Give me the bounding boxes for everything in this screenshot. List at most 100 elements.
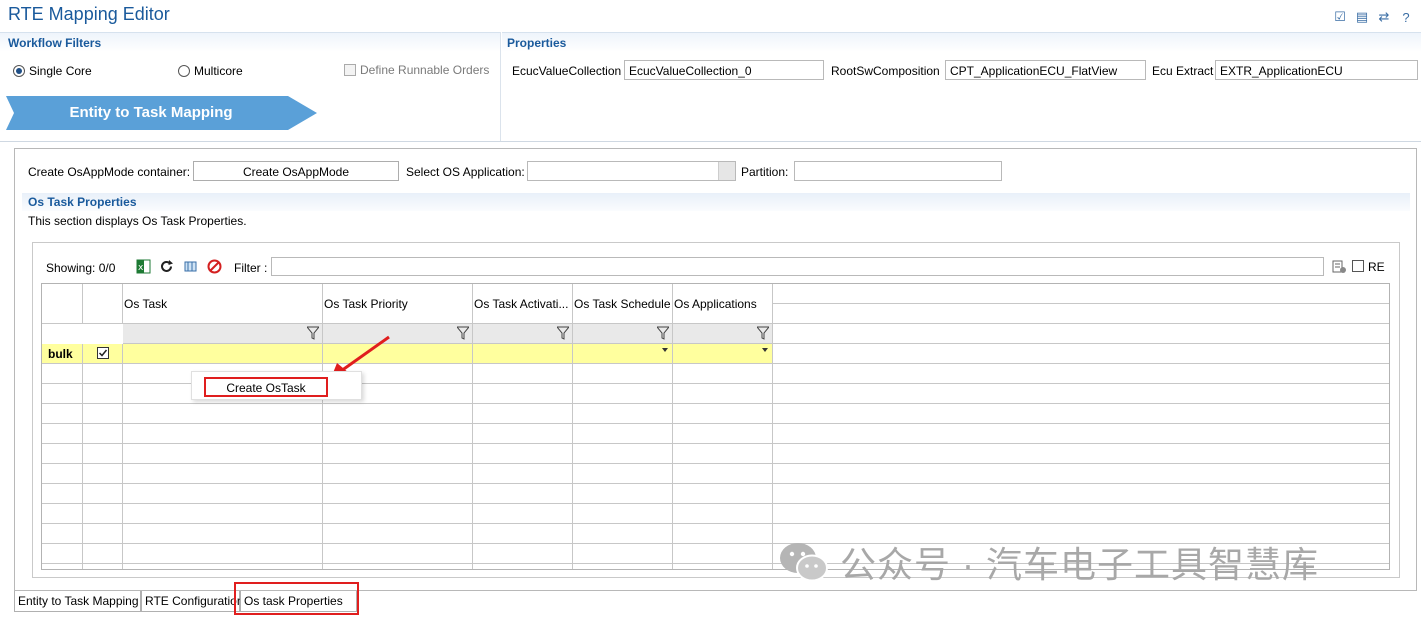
table-cell[interactable]	[573, 564, 673, 569]
table-cell[interactable]	[573, 444, 673, 464]
table-cell[interactable]	[573, 544, 673, 564]
funnel-icon[interactable]	[307, 326, 319, 340]
sync-icon[interactable]: ⇄	[1375, 8, 1393, 26]
table-cell[interactable]	[323, 564, 473, 569]
funnel-icon[interactable]	[757, 326, 769, 340]
table-cell[interactable]	[473, 424, 573, 444]
table-cell[interactable]	[123, 504, 323, 524]
table-cell[interactable]	[573, 364, 673, 384]
table-cell[interactable]	[673, 524, 773, 544]
define-runnable-orders-checkbox[interactable]: Define Runnable Orders	[344, 63, 489, 77]
table-cell[interactable]	[123, 484, 323, 504]
table-cell[interactable]	[673, 424, 773, 444]
re-checkbox[interactable]	[1352, 260, 1364, 272]
table-cell[interactable]	[473, 544, 573, 564]
table-cell[interactable]	[123, 444, 323, 464]
table-cell[interactable]	[323, 444, 473, 464]
table-cell[interactable]	[123, 544, 323, 564]
table-cell[interactable]	[573, 484, 673, 504]
table-cell[interactable]	[573, 404, 673, 424]
table-cell[interactable]	[323, 544, 473, 564]
table-cell[interactable]	[673, 384, 773, 404]
table-cell[interactable]	[573, 504, 673, 524]
root-sw-composition-field[interactable]: CPT_ApplicationECU_FlatView	[945, 60, 1146, 80]
table-cell[interactable]	[673, 364, 773, 384]
column-header-os-applications[interactable]: Os Applications	[673, 284, 773, 324]
table-cell[interactable]	[473, 504, 573, 524]
checkbox-checked-icon[interactable]	[97, 347, 109, 359]
table-cell[interactable]	[123, 524, 323, 544]
table-cell[interactable]	[123, 404, 323, 424]
table-cell[interactable]	[323, 464, 473, 484]
clear-filter-icon[interactable]	[206, 258, 222, 274]
table-cell[interactable]	[473, 404, 573, 424]
column-config-icon[interactable]	[1331, 258, 1347, 274]
table-cell[interactable]	[473, 364, 573, 384]
filter-input[interactable]	[271, 257, 1324, 276]
single-core-radio[interactable]: Single Core	[13, 64, 92, 78]
table-cell[interactable]	[573, 524, 673, 544]
export-icon[interactable]: ▤	[1353, 8, 1371, 26]
table-cell[interactable]	[673, 444, 773, 464]
tab-entity-to-task-mapping[interactable]: Entity to Task Mapping	[14, 591, 141, 612]
tab-rte-configuration[interactable]: RTE Configuration	[141, 591, 244, 612]
select-os-application-combo[interactable]	[527, 161, 736, 181]
multicore-radio[interactable]: Multicore	[178, 64, 243, 78]
excel-export-icon[interactable]: x	[135, 258, 151, 274]
table-cell[interactable]	[473, 564, 573, 569]
table-cell[interactable]	[323, 424, 473, 444]
show-columns-icon[interactable]	[182, 258, 198, 274]
table-cell[interactable]	[473, 524, 573, 544]
funnel-icon[interactable]	[657, 326, 669, 340]
column-header-os-task-activation[interactable]: Os Task Activati...	[473, 284, 573, 324]
table-cell[interactable]	[473, 384, 573, 404]
help-icon[interactable]: ?	[1397, 8, 1415, 26]
table-cell[interactable]	[473, 464, 573, 484]
filter-cell-os-task-activation[interactable]	[473, 324, 573, 344]
funnel-icon[interactable]	[557, 326, 569, 340]
table-cell[interactable]	[123, 464, 323, 484]
table-cell[interactable]	[323, 504, 473, 524]
workflow-filters-header: Workflow Filters	[0, 32, 500, 52]
table-cell[interactable]	[323, 524, 473, 544]
table-cell[interactable]	[573, 424, 673, 444]
bulk-checkbox-cell[interactable]	[83, 344, 123, 364]
bulk-cell-os-task-schedule[interactable]	[573, 344, 673, 364]
filter-cell-os-task-schedule[interactable]	[573, 324, 673, 344]
bulk-cell-os-applications[interactable]	[673, 344, 773, 364]
combo-dropdown-button[interactable]	[718, 162, 735, 180]
dropdown-arrow-icon[interactable]	[762, 348, 768, 352]
ecu-extract-field[interactable]: EXTR_ApplicationECU	[1215, 60, 1418, 80]
table-cell[interactable]	[673, 544, 773, 564]
table-cell[interactable]	[673, 504, 773, 524]
funnel-icon[interactable]	[457, 326, 469, 340]
table-cell[interactable]	[673, 464, 773, 484]
bulk-cell-os-task-activation[interactable]	[473, 344, 573, 364]
table-cell[interactable]	[673, 484, 773, 504]
table-cell[interactable]	[573, 384, 673, 404]
table-cell[interactable]	[473, 444, 573, 464]
checkbox-icon	[344, 64, 356, 76]
table-cell[interactable]	[123, 424, 323, 444]
table-cell[interactable]	[573, 464, 673, 484]
svg-text:x: x	[138, 263, 144, 273]
column-header-os-task-priority[interactable]: Os Task Priority	[323, 284, 473, 324]
refresh-icon[interactable]	[158, 258, 174, 274]
create-ostask-menu-item[interactable]: Create OsTask	[204, 377, 328, 397]
bulk-cell-os-task[interactable]	[123, 344, 323, 364]
table-cell[interactable]	[323, 484, 473, 504]
column-header-os-task[interactable]: Os Task	[123, 284, 323, 324]
ecuc-value-collection-field[interactable]: EcucValueCollection_0	[624, 60, 824, 80]
partition-field[interactable]	[794, 161, 1002, 181]
filter-cell-os-task[interactable]	[123, 324, 323, 344]
table-cell[interactable]	[673, 404, 773, 424]
table-cell[interactable]	[673, 564, 773, 569]
create-osappmode-button[interactable]: Create OsAppMode	[193, 161, 399, 181]
table-cell[interactable]	[123, 564, 323, 569]
validate-icon[interactable]: ☑	[1331, 8, 1349, 26]
table-cell[interactable]	[323, 404, 473, 424]
column-header-os-task-schedule[interactable]: Os Task Schedule	[573, 284, 673, 324]
filter-cell-os-applications[interactable]	[673, 324, 773, 344]
dropdown-arrow-icon[interactable]	[662, 348, 668, 352]
table-cell[interactable]	[473, 484, 573, 504]
